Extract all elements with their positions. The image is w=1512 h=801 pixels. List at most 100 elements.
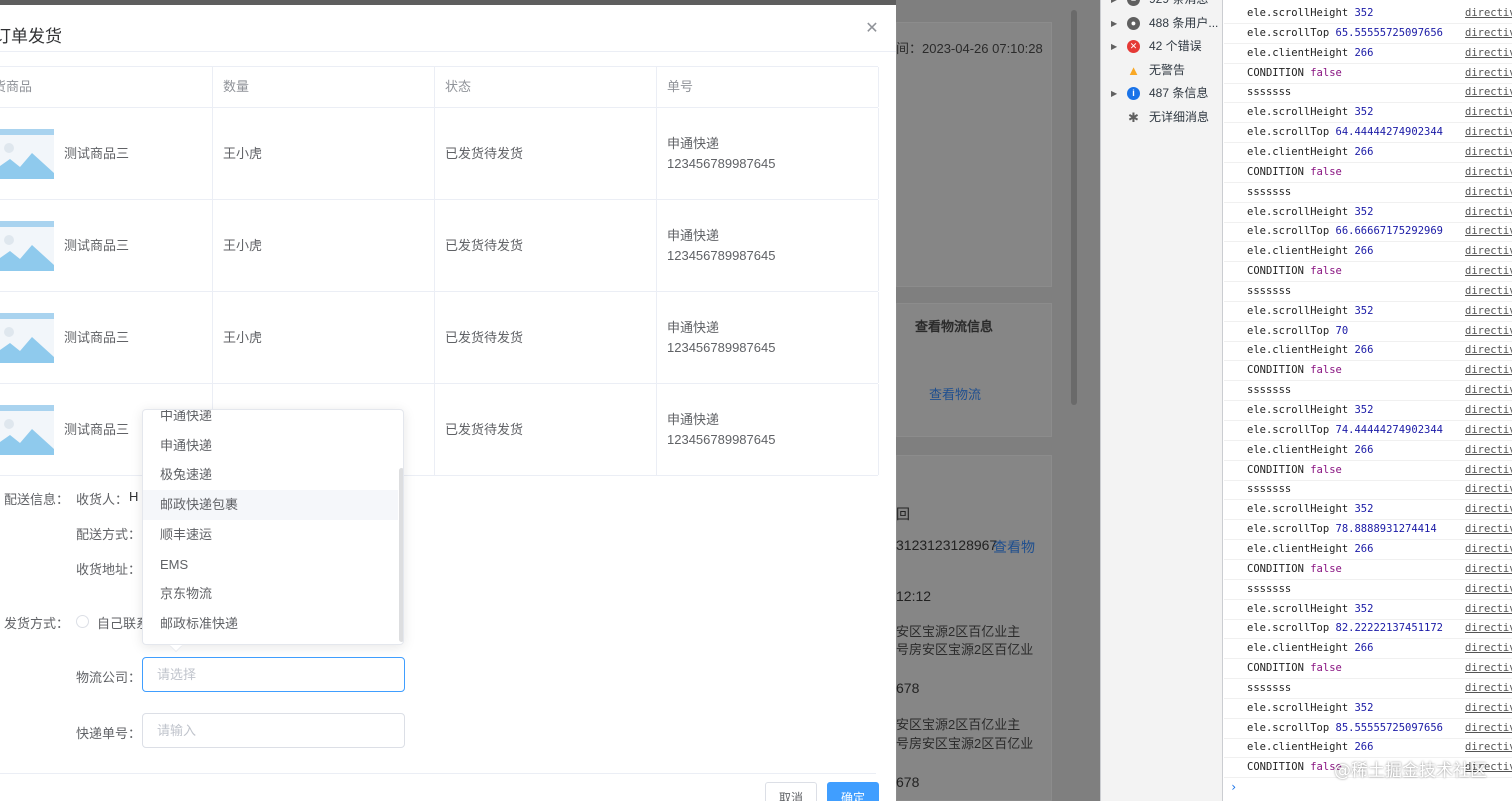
log-message: ele.clientHeight 266 [1247, 540, 1373, 559]
log-key: ele.scrollTop [1247, 523, 1330, 536]
log-source-link[interactable]: directive.js [1465, 44, 1512, 63]
log-source-link[interactable]: directive.js [1465, 421, 1512, 440]
console-log-row: ele.scrollTop 70 directive.js [1224, 322, 1512, 342]
log-source-link[interactable]: directive.js [1465, 24, 1512, 43]
tracking-number: 123456789987645 [667, 247, 776, 263]
carrier-name: 申通快递 [667, 411, 720, 427]
console-prompt-icon[interactable]: › [1230, 780, 1237, 794]
log-source-link[interactable]: directive.js [1465, 441, 1512, 460]
ship-self-radio[interactable] [76, 615, 89, 628]
console-filter-item[interactable]: ▶ ✕ 42 个错误 [1101, 35, 1223, 58]
console-filter-item[interactable]: ▶ i 487 条信息 [1101, 82, 1223, 105]
log-source-link[interactable]: directive.js [1465, 619, 1512, 638]
log-source-link[interactable]: directive.js [1465, 302, 1512, 321]
log-source-link[interactable]: directive.js [1465, 381, 1512, 400]
goods-cell: 测试商品三 [0, 108, 213, 199]
dropdown-option[interactable]: 邮政快递包裹 [143, 490, 398, 521]
log-message: sssssss [1247, 381, 1291, 400]
table-header-goods: 换货商品 [0, 67, 213, 107]
log-source-link[interactable]: directive.js [1465, 699, 1512, 718]
cancel-button[interactable]: 取消 [765, 782, 817, 801]
log-source-link[interactable]: directive.js [1465, 341, 1512, 360]
log-source-link[interactable]: directive.js [1465, 163, 1512, 182]
log-value: false [1310, 265, 1342, 278]
console-filter-item[interactable]: ▶ ● 488 条用户... [1101, 12, 1223, 35]
log-source-link[interactable]: directive.js [1465, 480, 1512, 499]
tracking-number-input[interactable] [142, 713, 405, 748]
close-icon[interactable]: ✕ [864, 21, 880, 37]
log-message: sssssss [1247, 282, 1291, 301]
tracking-label: 快递单号： [76, 726, 142, 741]
log-source-link[interactable]: directive.js [1465, 4, 1512, 23]
log-source-link[interactable]: directive.js [1465, 64, 1512, 83]
log-source-link[interactable]: directive.js [1465, 520, 1512, 539]
log-source-link[interactable]: directive.js [1465, 123, 1512, 142]
console-log-row: ele.scrollTop 65.55555725097656 directive… [1224, 24, 1512, 44]
logistics-company-select[interactable] [142, 657, 405, 692]
log-message: ele.scrollTop 82.22222137451172 [1247, 619, 1443, 638]
view-logistics-link[interactable]: 查看物流 [929, 384, 981, 403]
console-log-row: ele.scrollTop 74.44444274902344 directive… [1224, 421, 1512, 441]
log-source-link[interactable]: directive.js [1465, 361, 1512, 380]
log-message: ele.scrollHeight 352 [1247, 500, 1373, 519]
receiver-value: H [129, 489, 139, 504]
log-key: CONDITION [1247, 761, 1304, 774]
log-source-link[interactable]: directive.js [1465, 600, 1512, 619]
dropdown-option[interactable]: 中通快递 [143, 410, 398, 431]
console-filter-item[interactable]: ▶ ≡ 929 条消息 [1101, 0, 1223, 11]
log-source-link[interactable]: directive.js [1465, 719, 1512, 738]
dropdown-option[interactable]: 邮政标准快递 [143, 609, 398, 639]
console-filter-item[interactable]: ✱ 无详细消息 [1101, 106, 1223, 129]
console-log-row: sssssss directive.js [1224, 282, 1512, 302]
console-log-row: ele.clientHeight 266 directive.js [1224, 639, 1512, 660]
dropdown-option[interactable]: 顺丰速运 [143, 520, 398, 550]
log-value: 352 [1354, 304, 1374, 317]
log-source-link[interactable]: directive.js [1465, 560, 1512, 579]
dropdown-option[interactable]: EMS [143, 550, 398, 580]
dropdown-option[interactable]: 极兔速递 [143, 460, 398, 490]
confirm-button[interactable]: 确定 [827, 782, 879, 801]
log-source-link[interactable]: directive.js [1465, 659, 1512, 678]
status-cell: 已发货待发货 [435, 292, 657, 383]
expand-triangle-icon[interactable]: ▶ [1111, 82, 1117, 105]
log-source-link[interactable]: directive.js [1465, 540, 1512, 559]
log-source-link[interactable]: directive.js [1465, 103, 1512, 122]
watermark: @稀土掘金技术社区 [1334, 761, 1487, 781]
log-source-link[interactable]: directive.js [1465, 83, 1512, 102]
console-filter-label: 929 条消息 [1149, 0, 1208, 11]
log-source-link[interactable]: directive.js [1465, 401, 1512, 420]
table-row: 测试商品三 王小虎已发货待发货申通快递 123456789987645 [0, 108, 879, 200]
log-source-link[interactable]: directive.js [1465, 639, 1512, 658]
console-log-row: ele.clientHeight 266 directive.js [1224, 44, 1512, 64]
log-source-link[interactable]: directive.js [1465, 143, 1512, 162]
console-filter-item[interactable]: ▲ 无警告 [1101, 59, 1223, 82]
dropdown-option[interactable]: 申通快递 [143, 431, 398, 461]
expand-triangle-icon[interactable]: ▶ [1111, 12, 1117, 35]
console-log-row: sssssss directive.js [1224, 381, 1512, 402]
expand-triangle-icon[interactable]: ▶ [1111, 35, 1117, 58]
dropdown-option[interactable]: 京东物流 [143, 579, 398, 609]
log-source-link[interactable]: directive.js [1465, 203, 1512, 222]
log-key: ele.scrollTop [1247, 126, 1330, 139]
log-source-link[interactable]: directive.js [1465, 679, 1512, 698]
order-time-text: 间：2023-04-26 07:10:28 [896, 41, 1043, 56]
console-log-row: CONDITION false directive.js [1224, 64, 1512, 84]
log-source-link[interactable]: directive.js [1465, 282, 1512, 301]
view-logistics-short-link[interactable]: 查看物 [993, 537, 1035, 557]
log-source-link[interactable]: directive.js [1465, 738, 1512, 757]
log-source-link[interactable]: directive.js [1465, 500, 1512, 519]
log-key: ele.scrollHeight [1247, 404, 1349, 416]
log-source-link[interactable]: directive.js [1465, 183, 1512, 202]
log-key: ele.clientHeight [1247, 542, 1349, 555]
log-source-link[interactable]: directive.js [1465, 461, 1512, 480]
dropdown-arrow [170, 645, 182, 651]
page-scrollbar[interactable] [1071, 10, 1077, 405]
log-source-link[interactable]: directive.js [1465, 222, 1512, 241]
log-source-link[interactable]: directive.js [1465, 262, 1512, 281]
log-source-link[interactable]: directive.js [1465, 580, 1512, 599]
dropdown-scrollbar[interactable] [399, 468, 403, 642]
log-source-link[interactable]: directive.js [1465, 242, 1512, 261]
expand-triangle-icon[interactable]: ▶ [1111, 0, 1117, 11]
log-value: 352 [1354, 701, 1374, 714]
log-source-link[interactable]: directive.js [1465, 322, 1512, 341]
